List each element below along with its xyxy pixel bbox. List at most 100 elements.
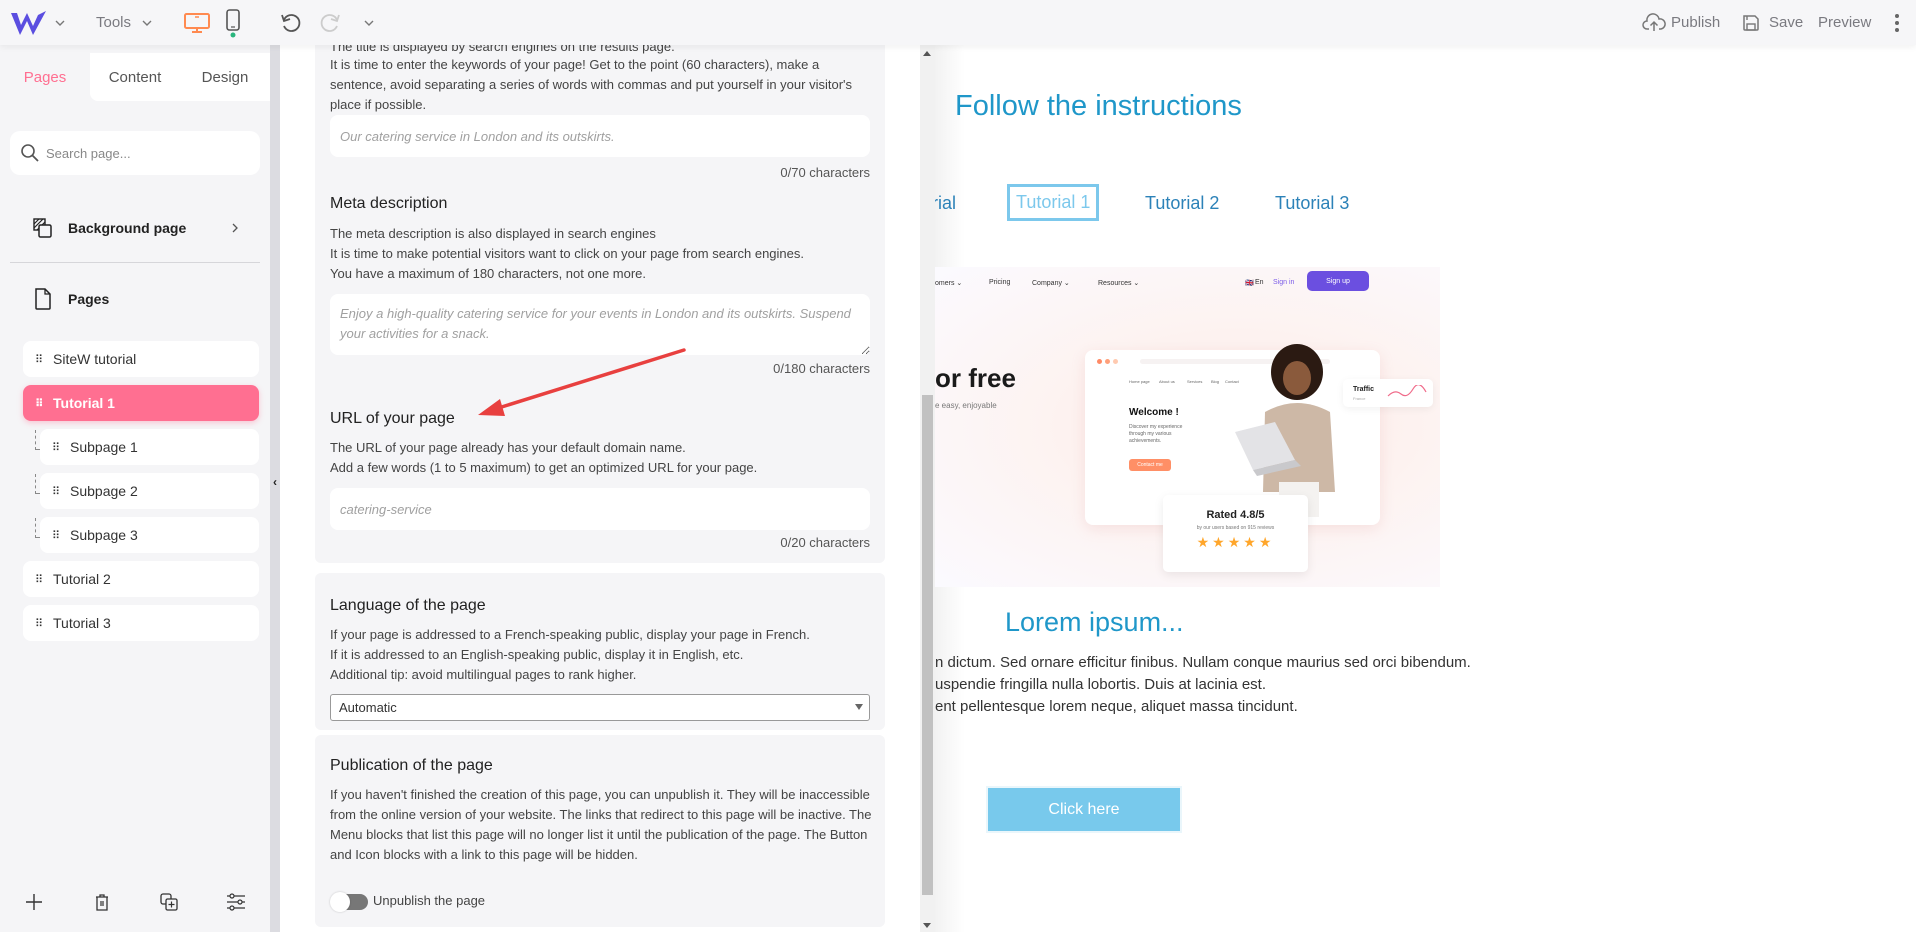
mock-nav: About us: [1159, 379, 1175, 384]
duplicate-page-button[interactable]: [154, 887, 184, 917]
scroll-down-arrow-icon[interactable]: [923, 923, 931, 928]
add-page-button[interactable]: [19, 887, 49, 917]
page-item-tutorial-3[interactable]: ⠿ Tutorial 3: [23, 605, 259, 641]
preview-nav-tutorial-2[interactable]: Tutorial 2: [1145, 193, 1219, 214]
more-menu-button[interactable]: [1894, 0, 1900, 45]
page-item-tutorial-2[interactable]: ⠿ Tutorial 2: [23, 561, 259, 597]
drag-handle-icon[interactable]: ⠿: [35, 397, 45, 410]
toggle-knob: [330, 892, 350, 912]
meta-description-input[interactable]: [330, 294, 870, 355]
search-page-input[interactable]: [46, 145, 246, 161]
preview-body-text[interactable]: n dictum. Sed ornare efficitur finibus. …: [935, 652, 1471, 718]
preview-nav-tutorial-3[interactable]: Tutorial 3: [1275, 193, 1349, 214]
page-title-card: The title is displayed by search engines…: [315, 45, 885, 427]
page-item-subpage-1[interactable]: ⠿ Subpage 1: [40, 429, 259, 465]
desktop-view-button[interactable]: [183, 0, 211, 45]
plus-icon: [26, 894, 42, 910]
language-line-3: Additional tip: avoid multilingual pages…: [330, 667, 637, 682]
page-item-subpage-2[interactable]: ⠿ Subpage 2: [40, 473, 259, 509]
body-line: n dictum. Sed ornare efficitur finibus. …: [935, 654, 1471, 671]
traffic-sub: France: [1353, 396, 1366, 401]
hero-flag-icon: 🇬🇧: [1245, 280, 1254, 287]
duplicate-icon: [160, 893, 178, 911]
tab-design[interactable]: Design: [180, 53, 270, 101]
trash-icon: [96, 894, 108, 911]
sidebar-footer: [0, 887, 270, 917]
url-heading: URL of your page: [330, 410, 455, 427]
dropdown-caret-icon: [855, 704, 863, 710]
page-preview-canvas: Follow the instructions rial Tutorial 1 …: [935, 45, 1916, 932]
publish-button[interactable]: Publish: [1642, 0, 1720, 45]
unpublish-label: Unpublish the page: [373, 893, 486, 908]
drag-handle-icon[interactable]: ⠿: [52, 485, 62, 498]
url-char-counter: 0/20 characters: [780, 535, 870, 550]
sidebar-collapse-handle[interactable]: ‹: [270, 45, 280, 932]
page-icon: [35, 288, 51, 310]
unpublish-toggle[interactable]: [330, 892, 368, 912]
scroll-up-arrow-icon[interactable]: [923, 51, 931, 56]
delete-page-button[interactable]: [87, 887, 117, 917]
background-page-icon: [33, 218, 52, 238]
desktop-icon: [184, 12, 210, 33]
logo-menu-chevron-icon[interactable]: [54, 0, 66, 45]
scrollbar-thumb[interactable]: [922, 395, 933, 895]
hero-headline: or free: [935, 363, 1016, 393]
preview-title[interactable]: Follow the instructions: [955, 90, 1242, 123]
body-line: ent pellentesque lorem neque, aliquet ma…: [935, 698, 1298, 715]
url-line-2: Add a few words (1 to 5 maximum) to get …: [330, 460, 758, 475]
page-language-card: Language of the page If your page is add…: [315, 573, 885, 730]
publish-label: Publish: [1671, 14, 1721, 31]
sitew-logo[interactable]: [10, 0, 48, 45]
save-button[interactable]: Save: [1741, 0, 1803, 45]
redo-button[interactable]: [318, 0, 342, 45]
drag-handle-icon[interactable]: ⠿: [35, 617, 45, 630]
search-icon: [21, 144, 39, 162]
undo-button[interactable]: [279, 0, 303, 45]
tools-label: Tools: [96, 14, 132, 31]
mobile-view-button[interactable]: [225, 0, 241, 45]
page-search[interactable]: [10, 131, 260, 175]
tab-content[interactable]: Content: [90, 53, 180, 101]
collapse-arrow-icon[interactable]: ‹: [270, 475, 280, 489]
page-item-label: SiteW tutorial: [53, 351, 137, 367]
page-url-card: URL of your page The URL of your page al…: [315, 390, 885, 563]
pages-section-header: Pages: [32, 287, 109, 311]
url-line-1: The URL of your page already has your de…: [330, 440, 686, 455]
pages-label: Pages: [68, 291, 110, 307]
settings-panel-scrollbar[interactable]: [920, 45, 935, 932]
undo-icon: [281, 13, 301, 32]
hero-signin: Sign in: [1273, 279, 1295, 286]
redo-icon: [320, 13, 340, 32]
mock-nav: Services: [1187, 379, 1203, 384]
background-page-item[interactable]: Background page: [32, 217, 238, 239]
drag-handle-icon[interactable]: ⠿: [52, 529, 62, 542]
page-url-input[interactable]: [330, 488, 870, 530]
top-toolbar: Tools Publish Save Preview: [0, 0, 1916, 45]
preview-hero-image[interactable]: omers ⌄ Pricing Company ⌄ Resources ⌄ 🇬🇧…: [935, 267, 1440, 587]
meta-description-line-3: You have a maximum of 180 characters, no…: [330, 266, 647, 281]
preview-label: Preview: [1818, 14, 1872, 31]
preview-button[interactable]: Preview: [1818, 0, 1871, 45]
page-item-subpage-3[interactable]: ⠿ Subpage 3: [40, 517, 259, 553]
tools-menu[interactable]: Tools: [96, 0, 153, 45]
history-menu-chevron-icon[interactable]: [363, 0, 375, 45]
tab-pages[interactable]: Pages: [0, 53, 90, 101]
page-item-label: Subpage 1: [70, 439, 138, 455]
page-item-tutorial-1[interactable]: ⠿ Tutorial 1: [23, 385, 259, 421]
preview-nav-item[interactable]: rial: [935, 193, 956, 214]
preview-nav-tutorial-1[interactable]: Tutorial 1: [1007, 184, 1100, 221]
page-settings-panel: The title is displayed by search engines…: [280, 45, 920, 932]
drag-handle-icon[interactable]: ⠿: [35, 573, 45, 586]
drag-handle-icon[interactable]: ⠿: [52, 441, 62, 454]
drag-handle-icon[interactable]: ⠿: [35, 353, 45, 366]
traffic-sparkline-icon: [1387, 385, 1427, 397]
preview-heading[interactable]: Lorem ipsum...: [1005, 607, 1184, 638]
language-select[interactable]: Automatic: [330, 694, 870, 721]
language-selected-value: Automatic: [339, 700, 397, 715]
preview-click-here-button[interactable]: Click here: [986, 786, 1182, 833]
tab-content-label: Content: [108, 68, 162, 86]
page-settings-button[interactable]: [221, 887, 251, 917]
page-item-sitew-tutorial[interactable]: ⠿ SiteW tutorial: [23, 341, 259, 377]
meta-description-line-2: It is time to make potential visitors wa…: [330, 246, 804, 261]
page-title-input[interactable]: [330, 115, 870, 157]
